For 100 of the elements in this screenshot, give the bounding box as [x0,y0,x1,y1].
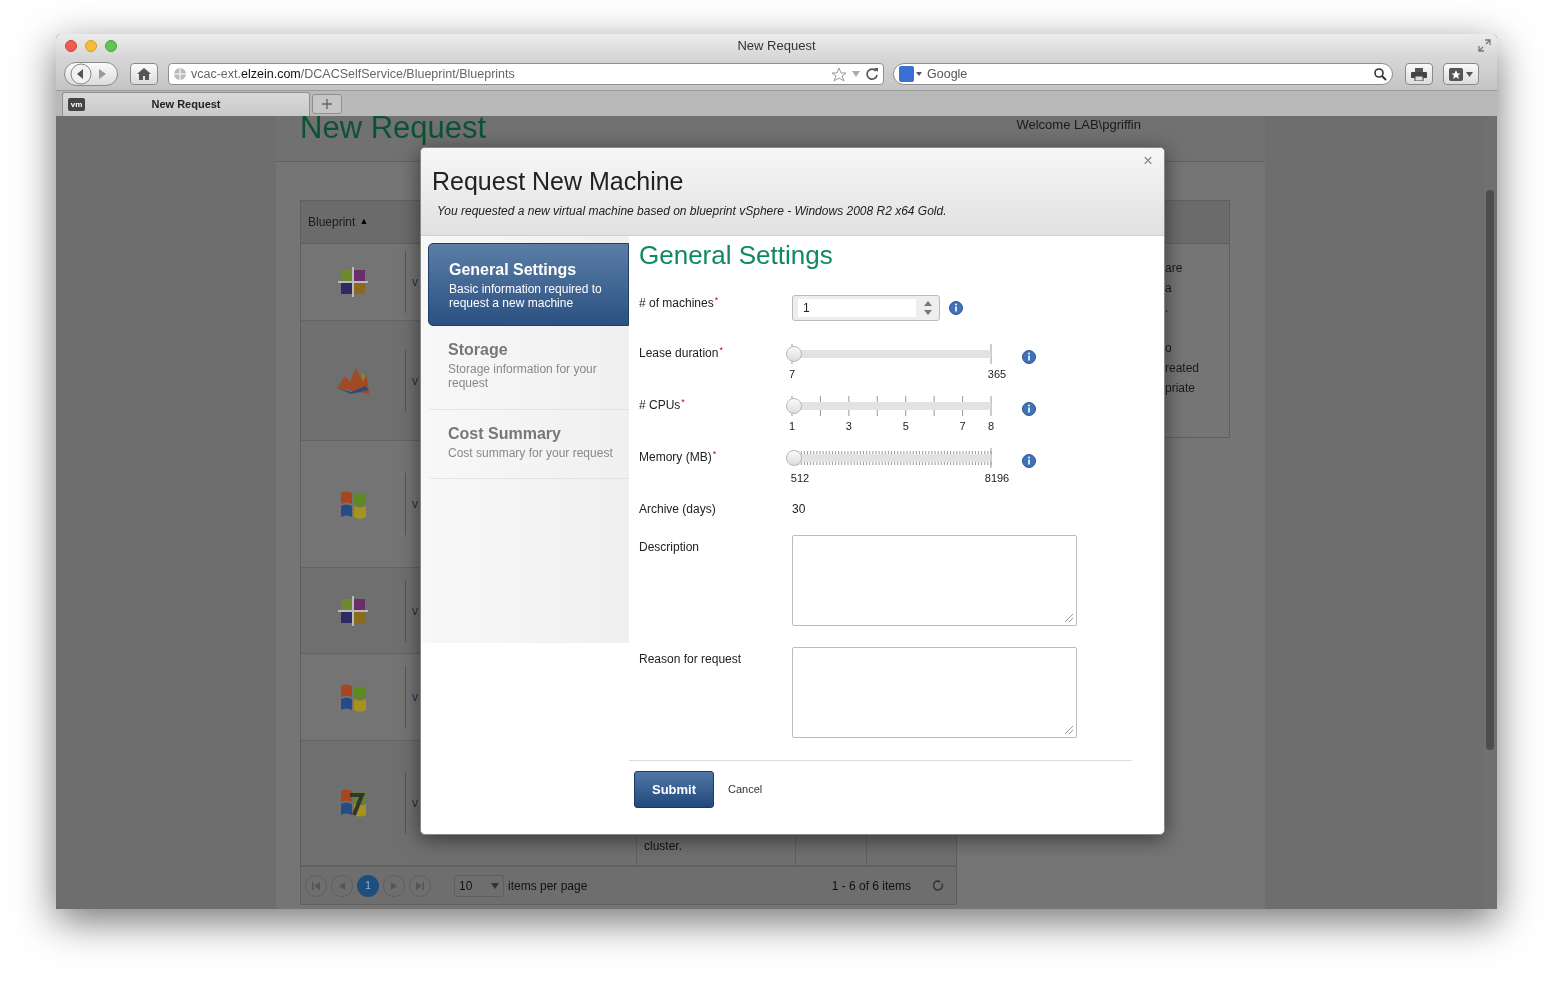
submit-button[interactable]: Submit [634,771,714,808]
window-title: New Request [737,37,816,56]
field-label: # CPUs$^{*}$ [639,395,686,414]
slider[interactable] [786,446,991,470]
page-size-label: items per page [508,877,588,895]
description-text: cluster. [644,838,682,855]
field-label: Memory (MB)$^{*}$ [639,447,718,466]
google-logo-icon [899,66,923,82]
info-icon[interactable] [1022,454,1036,468]
home-icon [137,68,151,80]
blueprint-name[interactable]: v [412,601,418,620]
slider[interactable] [786,342,991,366]
url-text: vcac-ext.elzein.com/DCACSelfService/Blueprint/Blueprints [191,65,516,83]
wizard-step[interactable]: Cost Summary Cost summary for your request [428,410,629,479]
tick-label: 5 [902,419,909,434]
slider-thumb[interactable] [786,450,802,466]
close-window-button[interactable] [65,40,77,52]
fullscreen-icon[interactable] [1478,39,1491,52]
mountain-icon [337,367,369,394]
blueprint-name[interactable]: v [412,688,418,706]
tick-label: 365 [987,367,1007,382]
page-size-dropdown[interactable]: 10 [454,874,504,897]
resize-grip-icon[interactable] [1064,725,1073,734]
description-text: are [1165,260,1184,277]
wizard-step[interactable]: Storage Storage information for your request [428,326,629,410]
description-text: a [1165,280,1173,297]
description-text: . [1165,300,1170,317]
blueprint-name[interactable]: v [412,495,418,513]
info-icon[interactable] [1022,402,1036,416]
search-icon[interactable] [1374,67,1387,81]
blueprint-name[interactable]: v [412,371,418,390]
zoom-window-button[interactable] [105,40,117,52]
search-field[interactable]: Google [893,63,1393,85]
forward-arrow-icon[interactable] [97,68,107,80]
info-icon[interactable] [949,301,963,315]
flag-icon [338,787,368,819]
address-field[interactable]: vcac-ext.elzein.com/DCACSelfService/Blueprint/Blueprints [168,63,884,85]
previous-page-icon [338,881,346,890]
info-icon[interactable] [1022,350,1036,364]
minimize-window-button[interactable] [85,40,97,52]
plus-icon [322,99,332,109]
tick-label: 1 [788,419,796,434]
bookmark-star-icon [1449,67,1463,81]
home-button[interactable] [130,63,158,85]
star-icon[interactable] [831,66,847,82]
vm-badge-icon: vm [68,98,85,111]
tick-label: 3 [845,419,852,434]
caret-icon [491,882,499,889]
flag-icon [338,682,368,712]
field-label: # of machines$^{*}$ [639,293,720,312]
welcome-text: Welcome LAB\pgriffin [1016,116,1141,134]
next-page-icon [390,881,398,890]
last-page-icon [416,881,424,890]
printer-icon [1411,67,1427,81]
back-forward-buttons[interactable] [64,62,118,86]
blueprint-name[interactable]: v [412,794,418,812]
slider-thumb[interactable] [786,398,802,414]
field-value: 30 [792,501,806,518]
slider[interactable] [786,394,991,418]
dialog-subtitle: You requested a new virtual machine based on blueprint vSphere - Windows 2008 R2 x64 Gold. [436,203,948,220]
search-placeholder: Google [927,65,969,83]
section-heading: General Settings [639,240,834,270]
field-label: Description [639,539,701,556]
stepper-arrows-icon[interactable] [924,301,932,315]
wizard-step[interactable]: General Settings Basic information required to request a new machine [428,243,629,326]
field-label: Archive (days) [639,501,717,518]
number-spinner[interactable]: 1 [792,295,940,321]
page-button[interactable]: 1 [357,874,379,897]
description-text: o [1165,340,1173,357]
item-count: 1 - 6 of 6 items [831,877,911,895]
tick-label: 7 [959,419,966,434]
new-tab-button[interactable] [312,94,342,114]
browser-tab[interactable]: vm New Request [62,92,310,116]
field-label: Reason for request [639,651,743,668]
blueprint-name[interactable]: v [412,273,418,291]
tick-label: 8196 [984,471,1010,486]
print-button[interactable] [1405,63,1433,85]
tick-label: 7 [788,367,796,382]
close-button[interactable]: × [1143,152,1153,169]
description-text: priate [1165,380,1197,397]
text-area[interactable] [792,647,1077,738]
tick-label: 512 [790,471,810,486]
reload-icon[interactable] [865,67,879,81]
scrollbar-thumb[interactable] [1486,190,1494,750]
cancel-link[interactable]: Cancel [728,781,763,798]
scrollbar[interactable] [1483,116,1497,909]
description-text: reated [1165,360,1201,377]
resize-grip-icon[interactable] [1064,613,1073,622]
globe-icon [173,67,187,81]
slider-thumb[interactable] [786,346,802,362]
flag-icon [338,489,368,519]
text-area[interactable] [792,535,1077,626]
dialog-title: Request New Machine [432,166,685,196]
caret-icon [1466,71,1473,77]
refresh-icon[interactable] [933,880,944,891]
dropdown-caret-icon[interactable] [851,70,861,78]
tick-label: 8 [987,419,995,434]
sortable-column-header[interactable]: Blueprint ▲ [308,213,369,231]
first-page-icon [312,881,320,890]
bookmarks-button[interactable] [1443,63,1479,85]
